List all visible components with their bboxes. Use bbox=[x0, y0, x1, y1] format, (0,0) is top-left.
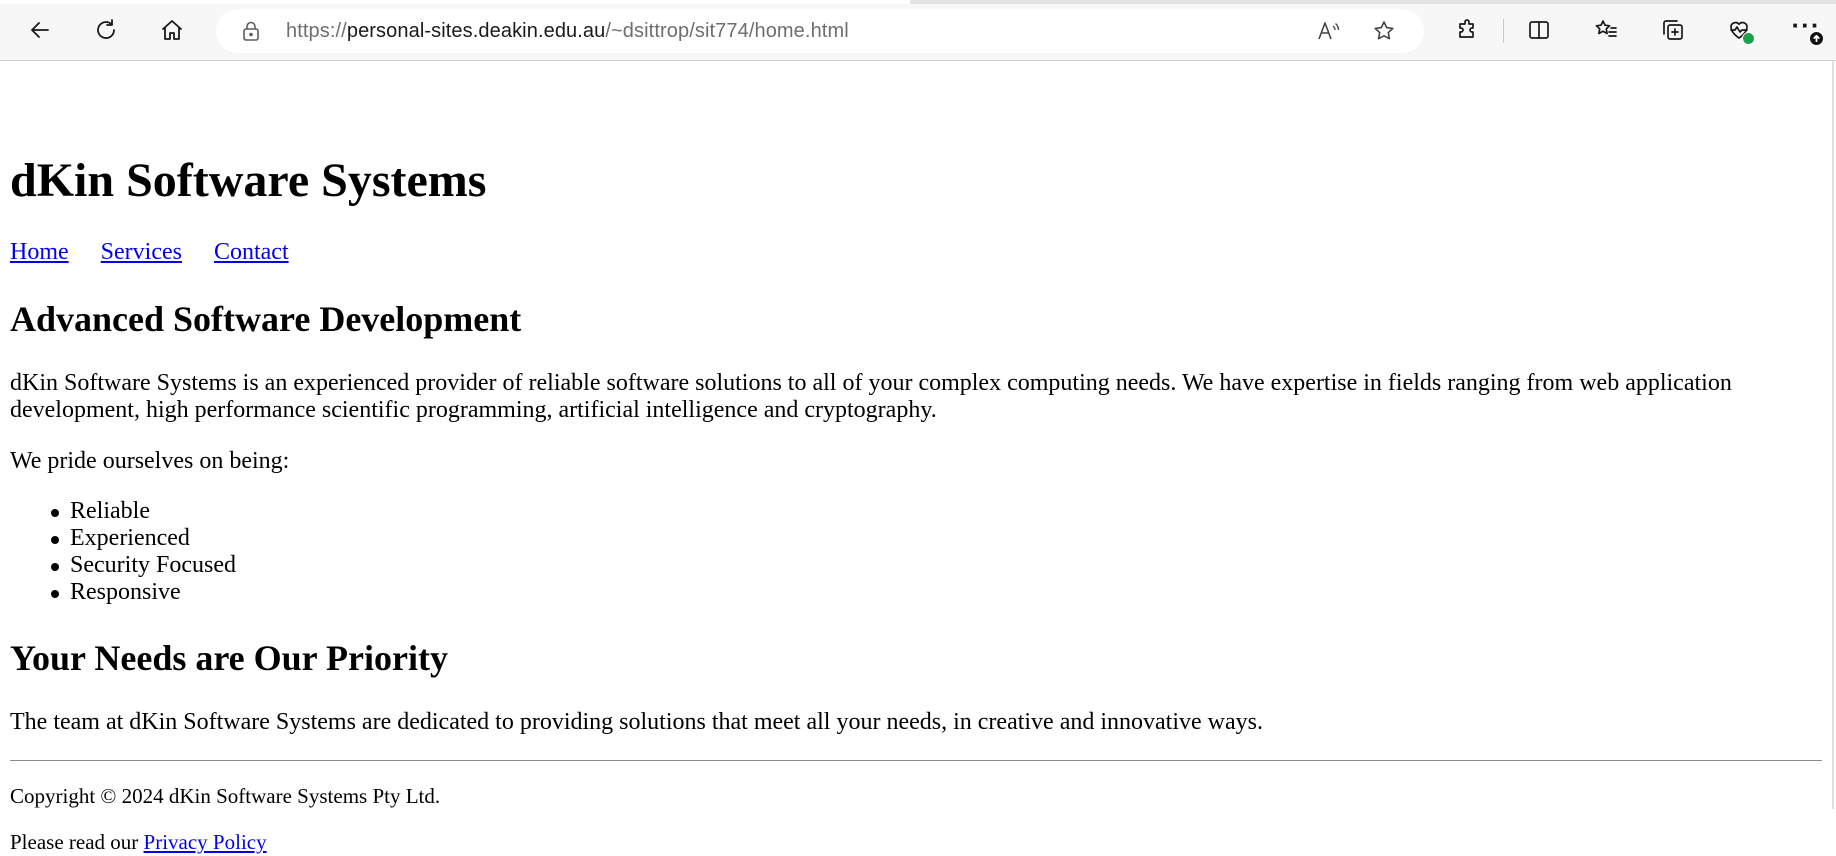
copyright-text: Copyright © 2024 dKin Software Systems P… bbox=[10, 784, 441, 808]
nav-link-services[interactable]: Services bbox=[101, 239, 182, 265]
url-path: /~dsittrop/sit774/home.html bbox=[605, 20, 849, 42]
home-button[interactable] bbox=[154, 12, 190, 48]
back-arrow-icon bbox=[31, 22, 49, 38]
url-prefix: https:// bbox=[286, 20, 347, 42]
favorites-list-icon bbox=[1595, 20, 1617, 37]
nav-link-contact[interactable]: Contact bbox=[214, 239, 289, 265]
read-aloud-icon[interactable] bbox=[1315, 18, 1341, 44]
list-item: Reliable bbox=[10, 498, 236, 525]
extensions-button[interactable] bbox=[1450, 12, 1486, 48]
team-paragraph: The team at dKin Software Systems are de… bbox=[10, 709, 1263, 735]
settings-more-button[interactable]: ··· bbox=[1788, 10, 1824, 48]
toolbar-divider bbox=[1503, 19, 1504, 43]
site-nav: Home Services Contact bbox=[10, 239, 315, 266]
back-button[interactable] bbox=[22, 12, 58, 48]
section-heading-development: Advanced Software Development bbox=[10, 299, 522, 339]
qualities-list: Reliable Experienced Security Focused Re… bbox=[10, 498, 236, 606]
refresh-button[interactable] bbox=[88, 12, 124, 48]
address-bar[interactable]: https://personal-sites.deakin.edu.au/~ds… bbox=[216, 9, 1424, 53]
favorite-star-icon[interactable] bbox=[1371, 18, 1397, 44]
pride-intro: We pride ourselves on being: bbox=[10, 448, 290, 474]
refresh-icon bbox=[97, 19, 115, 39]
footer-divider bbox=[10, 760, 1822, 761]
section-heading-priority: Your Needs are Our Priority bbox=[10, 638, 448, 678]
puzzle-icon bbox=[1459, 19, 1474, 38]
privacy-policy-link[interactable]: Privacy Policy bbox=[144, 830, 267, 854]
home-icon bbox=[162, 20, 182, 40]
list-item: Experienced bbox=[10, 525, 236, 552]
browser-toolbar: https://personal-sites.deakin.edu.au/~ds… bbox=[0, 0, 1836, 61]
split-screen-icon bbox=[1529, 21, 1549, 39]
list-item: Security Focused bbox=[10, 552, 236, 579]
collections-button[interactable] bbox=[1655, 12, 1691, 48]
url-host: personal-sites.deakin.edu.au bbox=[346, 20, 606, 42]
active-tab-indicator bbox=[0, 0, 910, 4]
privacy-prefix: Please read our bbox=[10, 830, 144, 854]
status-check-badge bbox=[1742, 32, 1755, 45]
nav-link-home[interactable]: Home bbox=[10, 239, 69, 265]
collections-icon bbox=[1663, 20, 1683, 40]
lock-icon[interactable] bbox=[240, 20, 262, 42]
intro-paragraph: dKin Software Systems is an experienced … bbox=[10, 370, 1732, 423]
web-page-viewport: dKin Software Systems Home Services Cont… bbox=[0, 61, 1834, 854]
update-arrow-badge bbox=[1809, 31, 1824, 46]
split-screen-button[interactable] bbox=[1521, 12, 1557, 48]
browser-essentials-button[interactable] bbox=[1721, 12, 1757, 48]
site-title: dKin Software Systems bbox=[10, 154, 487, 207]
privacy-notice: Please read our Privacy Policy bbox=[10, 829, 267, 856]
tab-strip bbox=[0, 0, 1836, 4]
url-text[interactable]: https://personal-sites.deakin.edu.au/~ds… bbox=[286, 20, 849, 43]
favorites-button[interactable] bbox=[1588, 12, 1624, 48]
list-item: Responsive bbox=[10, 579, 236, 606]
